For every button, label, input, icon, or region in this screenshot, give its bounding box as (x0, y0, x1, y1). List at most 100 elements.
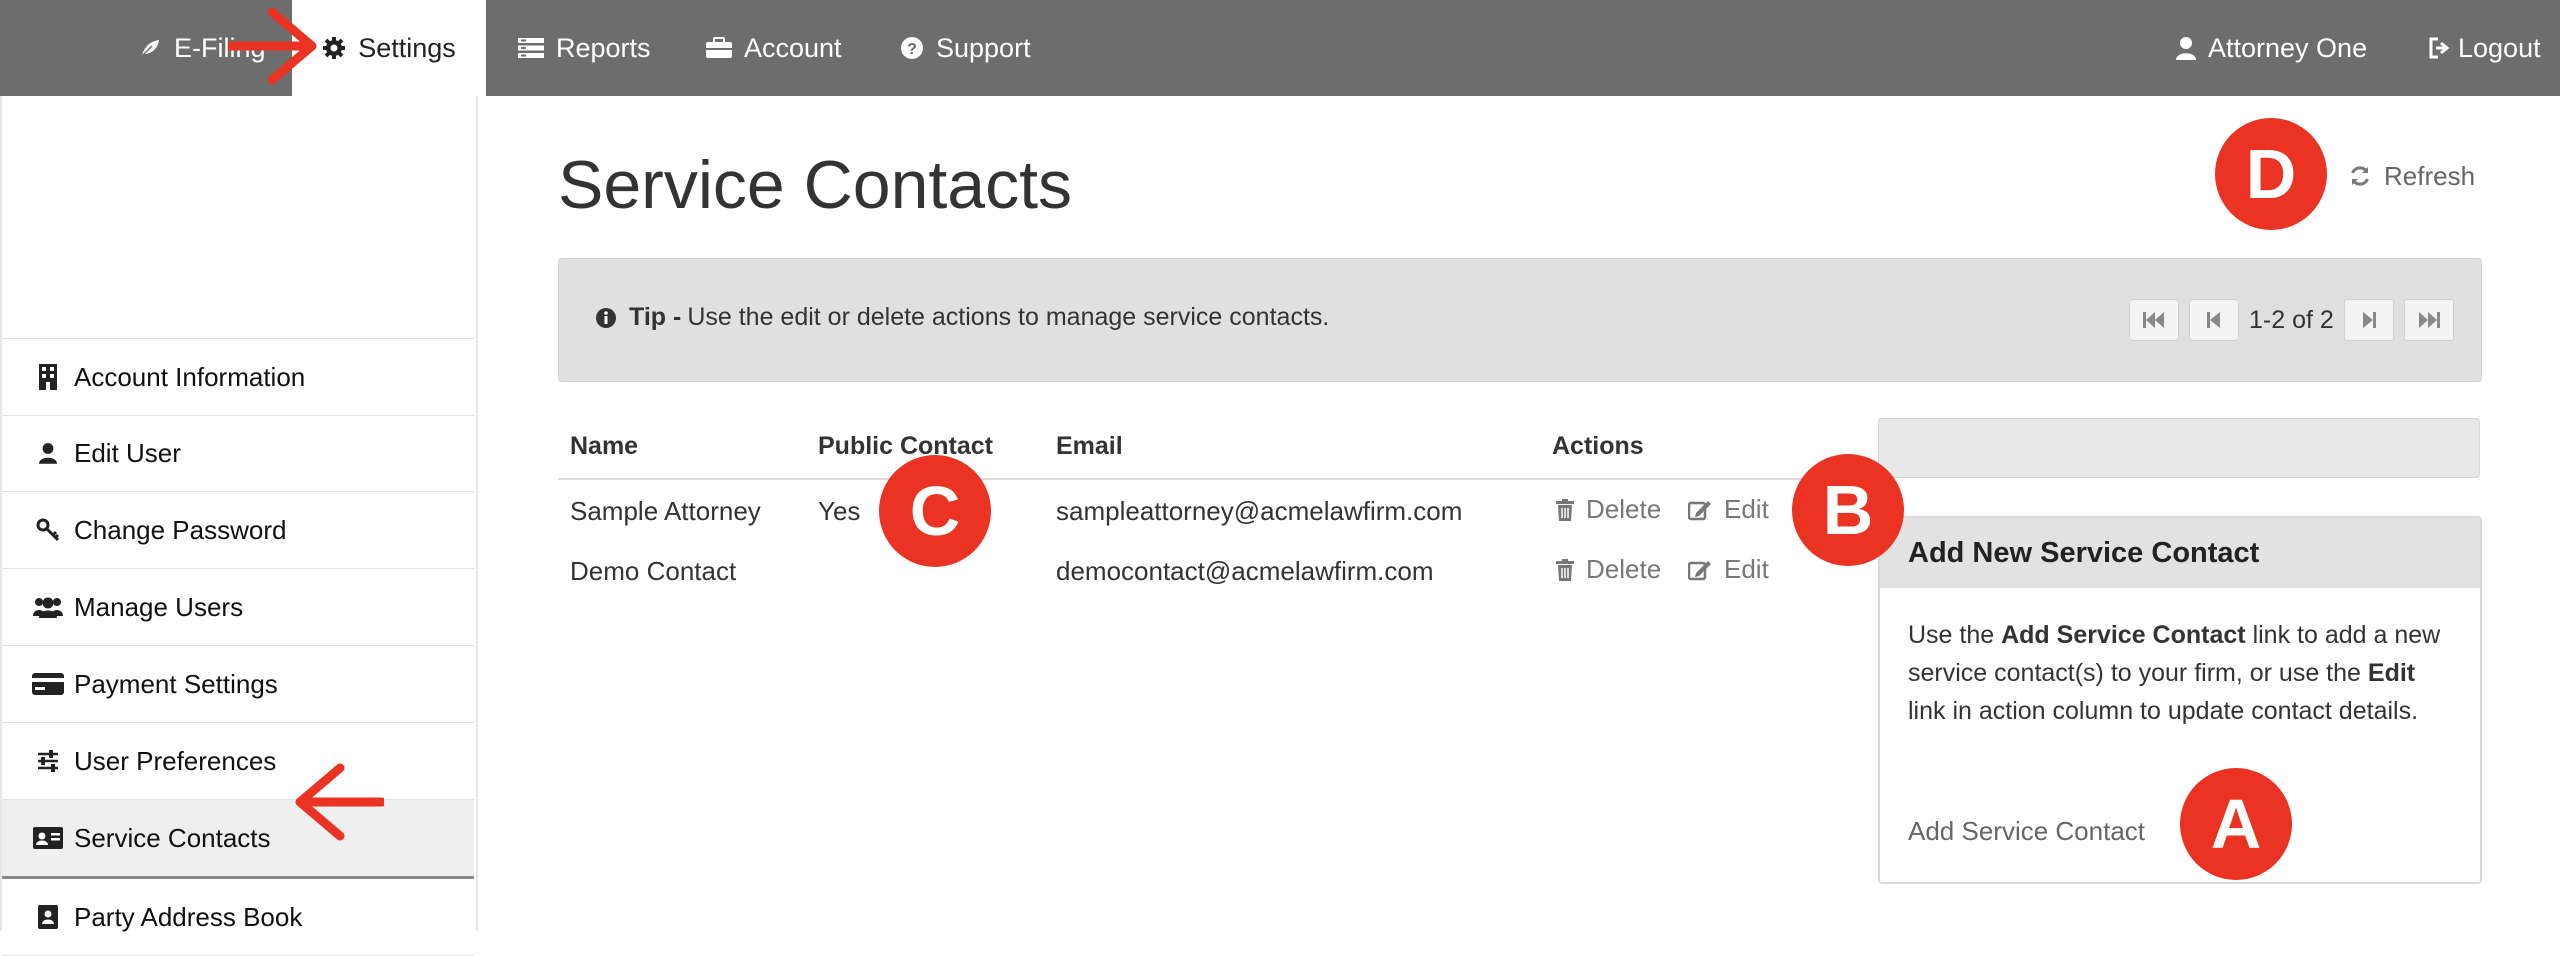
nav-account[interactable]: Account (706, 0, 842, 96)
nav-user[interactable]: Attorney One (2176, 0, 2367, 96)
annotation-badge-c: C (879, 455, 991, 567)
question-circle-icon: ? (901, 37, 923, 59)
delete-button[interactable]: Delete (1556, 554, 1661, 585)
leaf-icon (139, 38, 161, 58)
contact-email: democontact@acmelawfirm.com (1056, 556, 1434, 586)
sidebar-item-label: Manage Users (74, 591, 244, 622)
contact-name: Demo Contact (570, 556, 737, 586)
column-header-name: Name (570, 432, 639, 460)
first-page-button[interactable] (2129, 299, 2179, 341)
add-service-contact-link[interactable]: Add Service Contact (1908, 816, 2145, 847)
step-backward-icon (2207, 312, 2220, 328)
annotation-arrow-settings (228, 7, 317, 85)
tip-message: Tip - Use the edit or delete actions to … (595, 303, 1329, 332)
annotation-badge-b: B (1792, 454, 1904, 566)
users-icon (32, 596, 64, 618)
delete-label: Delete (1586, 554, 1662, 584)
table-row: Demo Contact democontact@acmelawfirm.com… (558, 540, 1838, 602)
delete-button[interactable]: Delete (1556, 494, 1661, 525)
refresh-label: Refresh (2384, 160, 2476, 191)
pagination: 1-2 of 2 (2129, 299, 2464, 341)
nav-account-label: Account (744, 32, 842, 63)
info-circle-icon (596, 307, 616, 328)
nav-settings-label: Settings (358, 32, 456, 63)
delete-label: Delete (1586, 494, 1662, 524)
tip-text: Use the edit or delete actions to manage… (687, 303, 1330, 331)
column-header-email: Email (1056, 432, 1123, 460)
edit-icon (1688, 560, 1711, 580)
edit-label: Edit (1724, 554, 1769, 584)
edit-button[interactable]: Edit (1688, 494, 1769, 525)
sidebar-item-label: Service Contacts (74, 822, 271, 853)
refresh-button[interactable]: Refresh (2348, 158, 2475, 194)
tip-label: Tip - (629, 303, 682, 331)
gear-icon (323, 37, 346, 59)
sliders-icon (32, 750, 64, 772)
sidebar-item-label: Party Address Book (74, 901, 303, 932)
list-icon (518, 38, 544, 58)
last-page-button[interactable] (2403, 299, 2454, 341)
page-info: 1-2 of 2 (2249, 305, 2334, 334)
user-icon (32, 442, 64, 464)
nav-support[interactable]: ? Support (900, 0, 1031, 96)
sidebar-item-party-address-book[interactable]: Party Address Book (2, 879, 474, 956)
sidebar-item-label: Account Information (74, 361, 306, 392)
key-icon (32, 518, 64, 542)
sidebar-item-edit-user[interactable]: Edit User (2, 415, 474, 492)
nav-settings[interactable]: Settings (292, 0, 486, 96)
sidebar-item-user-preferences[interactable]: User Preferences (2, 723, 474, 800)
sidebar-item-service-contacts[interactable]: Service Contacts (2, 800, 474, 879)
tip-bar: Tip - Use the edit or delete actions to … (558, 258, 2482, 382)
refresh-icon (2351, 166, 2369, 186)
panel-bold-text: Edit (2367, 659, 2416, 687)
nav-logout-label: Logout (2458, 32, 2541, 63)
trash-icon (1556, 498, 1574, 521)
nav-user-label: Attorney One (2208, 32, 2368, 63)
sidebar-item-label: User Preferences (74, 745, 277, 776)
svg-text:?: ? (907, 41, 917, 58)
edit-label: Edit (1724, 494, 1769, 524)
top-navbar: E-Filing Settings Reports Account ? Supp… (0, 0, 2560, 96)
sidebar-item-change-password[interactable]: Change Password (2, 492, 474, 569)
page-title: Service Contacts (558, 147, 1072, 223)
user-icon (2176, 37, 2196, 60)
nav-reports[interactable]: Reports (518, 0, 651, 96)
panel-search-bar (1878, 418, 2480, 478)
credit-card-icon (32, 673, 64, 695)
sign-out-icon (2429, 37, 2450, 59)
contact-email: sampleattorney@acmelawfirm.com (1056, 496, 1463, 526)
public-contact-value: Yes (818, 496, 861, 526)
panel-description: Use the Add Service Contact link to add … (1880, 588, 2480, 730)
step-forward-icon (2362, 312, 2376, 328)
building-icon (32, 364, 64, 390)
address-book-icon (32, 905, 64, 929)
annotation-badge-d: D (2215, 118, 2327, 230)
column-header-public-contact: Public Contact (818, 432, 994, 460)
annotation-arrow-service-contacts (295, 763, 384, 841)
id-card-icon (32, 827, 64, 849)
sidebar-item-payment-settings[interactable]: Payment Settings (2, 646, 474, 723)
last-page-icon (2418, 312, 2440, 328)
trash-icon (1556, 558, 1574, 581)
next-page-button[interactable] (2343, 299, 2394, 341)
edit-icon (1688, 500, 1711, 520)
sidebar-item-manage-users[interactable]: Manage Users (2, 569, 474, 646)
sidebar-item-account-information[interactable]: Account Information (2, 338, 474, 416)
sidebar-item-label: Change Password (74, 514, 287, 545)
panel-title: Add New Service Contact (1880, 518, 2480, 588)
edit-button[interactable]: Edit (1688, 554, 1769, 585)
first-page-icon (2143, 312, 2164, 328)
previous-page-button[interactable] (2189, 299, 2239, 341)
briefcase-icon (706, 37, 732, 58)
sidebar-item-label: Payment Settings (74, 668, 278, 699)
settings-sidebar: Account Information Edit User Change Pas… (0, 96, 478, 956)
nav-support-label: Support (936, 32, 1031, 63)
annotation-badge-a: A (2180, 768, 2292, 880)
panel-text: Use the (1908, 621, 2002, 649)
column-header-actions: Actions (1552, 432, 1644, 460)
panel-bold-text: Add Service Contact (2001, 621, 2246, 649)
sidebar-item-label: Edit User (74, 437, 181, 468)
contact-name: Sample Attorney (570, 496, 761, 526)
table-row: Sample Attorney Yes sampleattorney@acmel… (558, 478, 1838, 542)
nav-logout[interactable]: Logout (2428, 0, 2541, 96)
